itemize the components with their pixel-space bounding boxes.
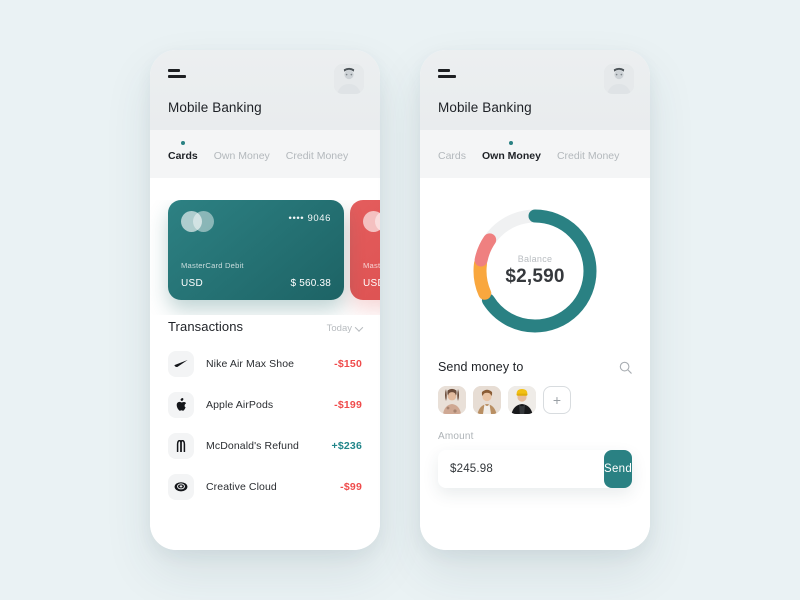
tab-cards[interactable]: Cards (438, 146, 466, 162)
cards-carousel[interactable]: •••• 9046 MasterCard Debit USD $ 560.38 … (150, 200, 380, 315)
card-masked-number: •••• 9046 (288, 213, 331, 224)
add-contact-button[interactable]: + (543, 386, 571, 414)
transactions-list: Nike Air Max Shoe -$150 Apple AirPods -$… (150, 334, 380, 507)
transaction-name: McDonald's Refund (206, 439, 300, 452)
avatar[interactable] (334, 64, 364, 94)
contact-avatar-1[interactable] (438, 386, 466, 414)
transactions-header: Transactions Today (150, 315, 380, 334)
contact-avatar-2[interactable] (473, 386, 501, 414)
tab-credit-money[interactable]: Credit Money (286, 146, 348, 162)
send-button[interactable]: Send (604, 450, 633, 488)
tab-bar-right: Cards Own Money Credit Money (420, 130, 650, 178)
amount-send-row: Send (438, 450, 633, 488)
contact-avatar-3[interactable] (508, 386, 536, 414)
nike-logo-icon (168, 350, 194, 377)
apple-logo-icon (168, 391, 194, 418)
page-title: Mobile Banking (168, 100, 262, 115)
content-sheet-left: •••• 9046 MasterCard Debit USD $ 560.38 … (150, 178, 380, 550)
search-icon[interactable] (619, 361, 632, 374)
card-type-label: MasterCard Debit (181, 261, 244, 270)
chevron-down-icon (354, 322, 364, 332)
card-currency: USD (181, 278, 204, 289)
hamburger-menu-icon[interactable] (168, 68, 186, 81)
tab-own-money[interactable]: Own Money (482, 146, 541, 162)
donut-center-text: Balance $2,590 (468, 204, 602, 338)
adobe-creative-cloud-icon (168, 473, 194, 500)
card-balance: $ 560.38 (290, 278, 331, 289)
amount-field[interactable] (438, 450, 604, 488)
tab-own-money[interactable]: Own Money (214, 146, 270, 162)
transaction-name: Apple AirPods (206, 398, 274, 411)
list-item[interactable]: McDonald's Refund +$236 (168, 425, 362, 466)
hamburger-menu-icon[interactable] (438, 68, 456, 81)
tab-bar-left: Cards Own Money Credit Money (150, 130, 380, 178)
balance-value: $2,590 (505, 266, 565, 287)
transaction-name: Creative Cloud (206, 480, 277, 493)
content-sheet-right: Balance $2,590 Send money to + Amount $2… (420, 178, 650, 550)
bank-card-primary[interactable]: •••• 9046 MasterCard Debit USD $ 560.38 (168, 200, 344, 300)
transactions-title: Transactions (168, 319, 244, 334)
phone-mockup-right: Mobile Banking Cards Own Money Credit Mo… (420, 50, 650, 550)
contacts-row: + (420, 386, 650, 414)
transaction-amount: -$199 (334, 398, 362, 411)
mcdonalds-logo-icon (168, 432, 194, 459)
list-item[interactable]: Creative Cloud -$99 (168, 466, 362, 507)
bank-card-secondary[interactable]: •••• 2318 MasterCard Credit USD $ 120.00 (350, 200, 380, 300)
transactions-filter-dropdown[interactable]: Today (326, 322, 364, 334)
tab-cards[interactable]: Cards (168, 146, 198, 162)
screenshot-stage: Mobile Banking Cards Own Money Credit Mo… (0, 0, 800, 600)
mastercard-logo-icon (181, 211, 215, 232)
app-header-right: Mobile Banking (420, 50, 650, 130)
balance-label: Balance (517, 254, 553, 264)
transaction-amount: -$99 (340, 480, 362, 493)
transactions-filter-label: Today (326, 323, 352, 334)
mastercard-logo-icon (363, 211, 380, 232)
balance-donut-chart: Balance $2,590 (468, 204, 602, 338)
card-currency: USD (363, 278, 380, 289)
list-item[interactable]: Nike Air Max Shoe -$150 (168, 343, 362, 384)
avatar[interactable] (604, 64, 634, 94)
transaction-amount: -$150 (334, 357, 362, 370)
transaction-name: Nike Air Max Shoe (206, 357, 295, 370)
card-type-label: MasterCard Credit (363, 261, 380, 270)
tab-credit-money[interactable]: Credit Money (557, 146, 619, 162)
transaction-amount: +$236 (331, 439, 362, 452)
app-header-left: Mobile Banking (150, 50, 380, 130)
amount-label: Amount (438, 431, 474, 442)
send-money-title: Send money to (438, 360, 524, 374)
send-money-header: Send money to (420, 360, 650, 374)
phone-mockup-left: Mobile Banking Cards Own Money Credit Mo… (150, 50, 380, 550)
list-item[interactable]: Apple AirPods -$199 (168, 384, 362, 425)
page-title: Mobile Banking (438, 100, 532, 115)
